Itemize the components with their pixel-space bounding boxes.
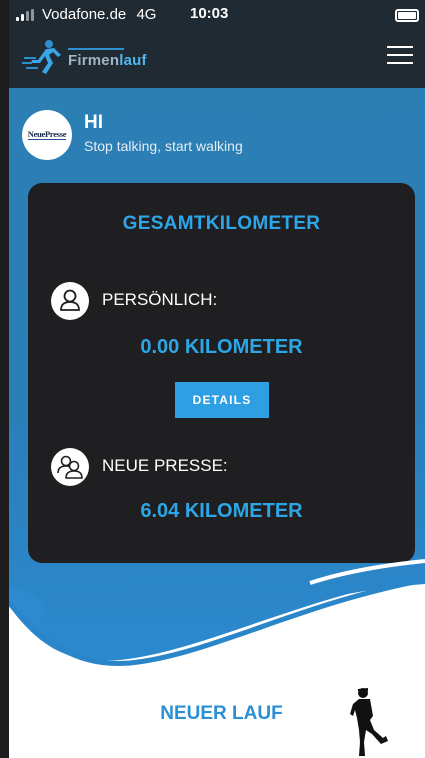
top-bar: Vodafone.de 4G 10:03 Firmenlauf xyxy=(0,0,425,88)
person-icon xyxy=(51,282,89,320)
status-time: 10:03 xyxy=(190,5,229,22)
carrier-name: Vodafone.de xyxy=(42,6,127,23)
logo-prefix: Firmen xyxy=(68,52,120,69)
battery-icon xyxy=(395,9,419,22)
runner-icon xyxy=(350,688,388,756)
avatar-logo-text: NeuePresse xyxy=(27,129,67,139)
avatar-logo-underline xyxy=(28,139,66,140)
app-screen: Vodafone.de 4G 10:03 Firmenlauf NeuePres… xyxy=(0,0,425,758)
logo-text: Firmenlauf xyxy=(68,52,147,69)
app-logo[interactable]: Firmenlauf xyxy=(22,38,162,76)
runner-logo-icon xyxy=(22,40,61,74)
details-button[interactable]: DETAILS xyxy=(175,382,269,418)
hamburger-menu-icon[interactable] xyxy=(387,44,417,68)
company-avatar: NeuePresse xyxy=(22,110,72,160)
signal-icon xyxy=(16,9,38,21)
status-bar: Vodafone.de 4G 10:03 xyxy=(0,0,425,30)
logo-underline xyxy=(68,48,124,50)
group-icon xyxy=(51,448,89,486)
personal-label: PERSÖNLICH: xyxy=(102,290,218,309)
left-edge-bar xyxy=(0,0,9,758)
carrier-label: Vodafone.de 4G xyxy=(42,6,156,23)
logo-suffix: lauf xyxy=(119,52,147,69)
network-type: 4G xyxy=(136,6,157,23)
greeting-title: HI xyxy=(84,112,103,133)
wave-divider xyxy=(0,559,425,698)
greeting-slogan: Stop talking, start walking xyxy=(84,138,243,154)
team-km-value: 6.04 KILOMETER xyxy=(140,500,303,522)
summary-title: GESAMTKILOMETER xyxy=(122,213,321,234)
team-label: NEUE PRESSE: xyxy=(102,456,228,475)
personal-km-value: 0.00 KILOMETER xyxy=(140,336,303,358)
